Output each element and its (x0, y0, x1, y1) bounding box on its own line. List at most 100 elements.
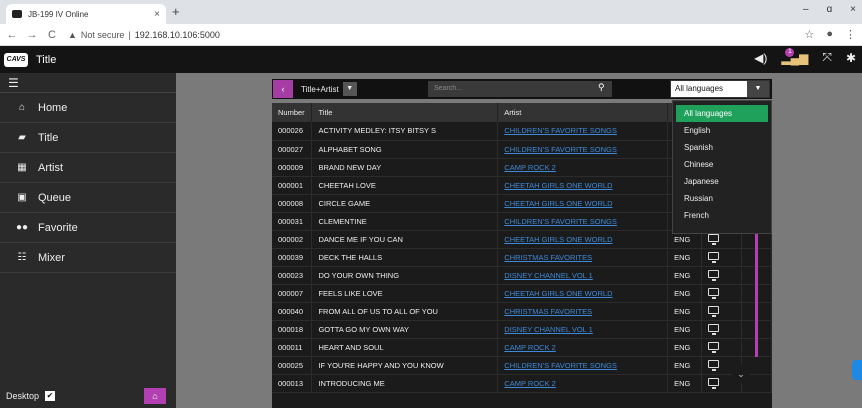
cell-number: 000008 (272, 194, 313, 213)
table-row[interactable]: 000039 DECK THE HALLS CHRISTMAS FAVORITES E… (272, 248, 772, 267)
monitor-icon[interactable] (708, 378, 720, 389)
sidebar-item-label: Mixer (38, 251, 65, 264)
profile-icon[interactable]: ● (826, 28, 833, 41)
cell-artist[interactable]: CAMP ROCK 2 (497, 338, 669, 357)
cell-artist[interactable]: CHILDREN'S FAVORITE SONGS (497, 356, 669, 375)
cell-artist[interactable]: CHILDREN'S FAVORITE SONGS (497, 212, 669, 231)
cell-title: DO YOUR OWN THING (311, 266, 499, 285)
cell-artist[interactable]: CAMP ROCK 2 (497, 158, 669, 177)
cell-artist[interactable]: CHRISTMAS FAVORITES (497, 248, 669, 267)
dropdown-option[interactable]: Japanese (676, 173, 768, 190)
hamburger-menu-icon[interactable]: ☰ (0, 73, 176, 93)
cell-title: CLEMENTINE (311, 212, 499, 231)
cell-artist[interactable]: CHRISTMAS FAVORITES (497, 302, 669, 321)
url-field[interactable]: ▲ Not secure | 192.168.10.106:5000 (68, 30, 220, 40)
table-row[interactable]: 000011 HEART AND SOUL CAMP ROCK 2 ENG (272, 338, 772, 357)
back-arrow-icon[interactable]: ← (4, 29, 20, 41)
column-header-number[interactable]: Number (272, 103, 313, 122)
dropdown-option[interactable]: Chinese (676, 156, 768, 173)
cell-artist[interactable]: CHEETAH GIRLS ONE WORLD (497, 176, 669, 195)
cell-artist[interactable]: DISNEY CHANNEL VOL 1 (497, 320, 669, 339)
table-row[interactable]: 000040 FROM ALL OF US TO ALL OF YOU CHRIST… (272, 302, 772, 321)
search-type-select[interactable]: Title+Artist ▼ (301, 82, 357, 96)
sidebar-item-label: Title (38, 131, 59, 144)
app-logo: CAVS (4, 52, 28, 67)
desktop-checkbox[interactable]: ✔ (45, 391, 56, 401)
menu-dots-icon[interactable]: ⋮ (845, 28, 856, 41)
cell-language: ENG (667, 356, 703, 375)
cell-language: ENG (667, 374, 703, 393)
reload-icon[interactable]: C (44, 29, 60, 41)
star-icon[interactable]: ☆ (804, 28, 814, 41)
cell-artist[interactable]: CHEETAH GIRLS ONE WORLD (497, 230, 669, 249)
chevron-down-icon: ▼ (747, 81, 769, 97)
cell-language: ENG (667, 302, 703, 321)
cell-artist[interactable]: CHEETAH GIRLS ONE WORLD (497, 284, 669, 303)
monitor-icon[interactable] (708, 324, 720, 335)
monitor-icon[interactable] (708, 288, 720, 299)
dropdown-option[interactable]: French (676, 207, 768, 224)
monitor-icon[interactable] (708, 342, 720, 353)
fullscreen-icon[interactable]: ⤧ (822, 50, 832, 65)
cell-title: ACTIVITY MEDLEY: ITSY BITSY S (311, 122, 499, 141)
table-row[interactable]: 000013 INTRODUCING ME CAMP ROCK 2 ENG (272, 374, 772, 393)
dropdown-option[interactable]: Russian (676, 190, 768, 207)
signal-icon[interactable]: ▂▄▆ 1 (781, 47, 808, 65)
table-row[interactable]: 000018 GOTTA GO MY OWN WAY DISNEY CHANNEL … (272, 320, 772, 339)
cell-artist[interactable]: CHILDREN'S FAVORITE SONGS (497, 122, 669, 141)
tab-title: JB-199 IV Online (28, 9, 89, 19)
sidebar-item-queue[interactable]: ▣ Queue (0, 183, 176, 213)
cell-number: 000023 (272, 266, 313, 285)
floating-tab-button[interactable] (852, 360, 862, 380)
search-icon[interactable]: ⚲ (598, 82, 605, 93)
monitor-icon[interactable] (708, 270, 720, 281)
cell-artist[interactable]: CAMP ROCK 2 (497, 374, 669, 393)
column-header-title[interactable]: Title (311, 103, 499, 122)
cell-number: 000027 (272, 140, 313, 159)
sidebar-item-favorite[interactable]: ●● Favorite (0, 213, 176, 243)
search-input[interactable]: Search... (428, 81, 612, 97)
cell-title: ALPHABET SONG (311, 140, 499, 159)
cell-number: 000007 (272, 284, 313, 303)
cell-artist[interactable]: CHEETAH GIRLS ONE WORLD (497, 194, 669, 213)
close-window-button[interactable]: × (850, 4, 856, 15)
browser-tab[interactable]: JB-199 IV Online × (6, 4, 166, 24)
table-row[interactable]: 000023 DO YOUR OWN THING DISNEY CHANNEL VO… (272, 266, 772, 285)
dropdown-option[interactable]: Spanish (676, 139, 768, 156)
sidebar-item-title[interactable]: ▰ Title (0, 123, 176, 153)
sidebar-item-artist[interactable]: ▦ Artist (0, 153, 176, 183)
minimize-button[interactable]: – (803, 4, 809, 15)
book-icon: ▰ (18, 132, 26, 143)
cell-artist[interactable]: CHILDREN'S FAVORITE SONGS (497, 140, 669, 159)
cell-title: CHEETAH LOVE (311, 176, 499, 195)
maximize-button[interactable]: ɑ (827, 4, 833, 15)
table-row[interactable]: 000025 IF YOU'RE HAPPY AND YOU KNOW CHILDR… (272, 356, 772, 375)
dropdown-option[interactable]: English (676, 122, 768, 139)
cell-artist[interactable]: DISNEY CHANNEL VOL 1 (497, 266, 669, 285)
language-select[interactable]: All languages ▼ (670, 80, 770, 98)
page-title: Title (36, 53, 57, 66)
monitor-icon[interactable] (708, 252, 720, 263)
cell-language: ENG (667, 320, 703, 339)
monitor-icon[interactable] (708, 306, 720, 317)
monitor-icon[interactable] (708, 234, 720, 245)
cell-number: 000001 (272, 176, 313, 195)
scroll-down-icon[interactable]: ⌄ (732, 365, 750, 383)
sidebar: ☰ ⌂ Home ▰ Title ▦ Artist ▣ Queue ●● Fav… (0, 73, 176, 408)
sidebar-item-home[interactable]: ⌂ Home (0, 93, 176, 123)
search-type-value: Title+Artist (301, 84, 339, 94)
new-tab-button[interactable]: + (172, 4, 180, 19)
column-header-artist[interactable]: Artist (497, 103, 669, 122)
dropdown-option[interactable]: All languages (676, 105, 768, 122)
cell-number: 000040 (272, 302, 313, 321)
forward-arrow-icon[interactable]: → (24, 29, 40, 41)
settings-icon[interactable]: ✱ (846, 51, 856, 65)
table-row[interactable]: 000007 FEELS LIKE LOVE CHEETAH GIRLS ONE W… (272, 284, 772, 303)
sidebar-item-mixer[interactable]: ☷ Mixer (0, 243, 176, 273)
volume-icon[interactable]: ◀) (754, 51, 767, 65)
back-button[interactable]: ‹ (273, 80, 293, 98)
tab-close-icon[interactable]: × (154, 9, 160, 20)
home-button[interactable]: ⌂ (144, 388, 166, 404)
address-bar: ← → C ▲ Not secure | 192.168.10.106:5000… (0, 24, 862, 46)
monitor-icon[interactable] (708, 360, 720, 371)
